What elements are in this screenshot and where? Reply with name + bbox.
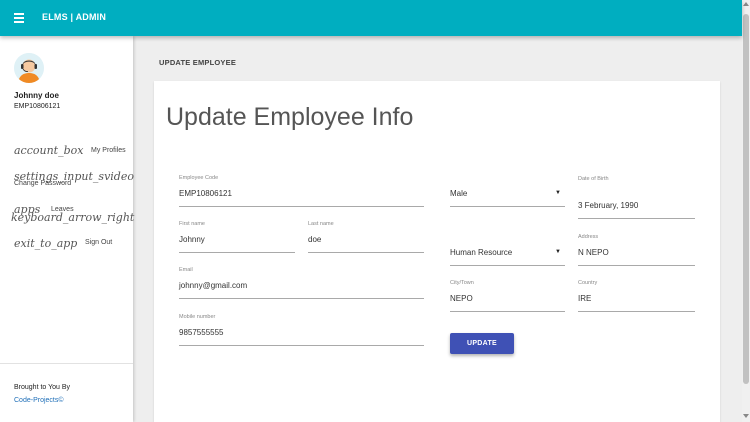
sidebar-footer: Brought to You By Code-Projects©	[0, 363, 133, 422]
mobile-number-field[interactable]: Mobile number 9857555555	[179, 314, 424, 346]
first-name-label: First name	[179, 221, 205, 227]
email-underline	[179, 298, 424, 299]
employee-code-field[interactable]: Employee Code EMP10806121	[179, 175, 424, 207]
scrollbar-thumb[interactable]	[743, 14, 749, 384]
user-avatar-icon	[14, 53, 44, 83]
page-title: Update Employee Info	[166, 103, 413, 132]
address-label: Address	[578, 234, 598, 240]
email-field[interactable]: Email johnny@gmail.com	[179, 267, 424, 299]
department-select[interactable]: Human Resource ▼	[450, 244, 565, 266]
caret-down-icon: ▼	[555, 249, 561, 255]
top-app-bar: ELMS | ADMIN	[0, 0, 742, 36]
user-code: EMP10806121	[14, 103, 60, 110]
first-name-value[interactable]: Johnny	[179, 235, 205, 244]
date-of-birth-underline	[578, 218, 695, 219]
account-box-icon[interactable]: account_box	[14, 144, 83, 157]
mobile-number-underline	[179, 345, 424, 346]
department-selected-value: Human Resource	[450, 248, 512, 257]
menu-icon[interactable]	[14, 13, 24, 22]
employee-code-label: Employee Code	[179, 175, 218, 181]
last-name-field[interactable]: Last name doe	[308, 221, 424, 253]
address-underline	[578, 265, 695, 266]
email-value[interactable]: johnny@gmail.com	[179, 281, 247, 290]
city-label: City/Town	[450, 280, 474, 286]
sidebar-item-my-profiles[interactable]: My Profiles	[91, 147, 126, 154]
employee-code-underline	[179, 206, 424, 207]
department-underline	[450, 265, 565, 266]
date-of-birth-field[interactable]: Date of Birth 3 February, 1990	[578, 176, 695, 219]
mobile-number-label: Mobile number	[179, 314, 215, 320]
update-employee-card: Update Employee Info Employee Code EMP10…	[154, 81, 720, 422]
email-label: Email	[179, 267, 193, 273]
country-label: Country	[578, 280, 597, 286]
date-of-birth-label: Date of Birth	[578, 176, 609, 182]
app-brand: ELMS | ADMIN	[42, 12, 106, 22]
sidebar-item-change-password[interactable]: Change Password	[14, 180, 71, 187]
breadcrumb: UPDATE EMPLOYEE	[159, 58, 236, 67]
last-name-underline	[308, 252, 424, 253]
first-name-field[interactable]: First name Johnny	[179, 221, 295, 253]
gender-underline	[450, 206, 565, 207]
city-underline	[450, 311, 565, 312]
gender-selected-value: Male	[450, 189, 467, 198]
update-button[interactable]: UPDATE	[450, 333, 514, 354]
scroll-down-icon[interactable]	[743, 414, 749, 418]
country-underline	[578, 311, 695, 312]
last-name-label: Last name	[308, 221, 334, 227]
gender-select[interactable]: Male ▼	[450, 185, 565, 207]
scroll-up-icon[interactable]	[743, 2, 749, 6]
first-name-underline	[179, 252, 295, 253]
last-name-value[interactable]: doe	[308, 235, 321, 244]
caret-down-icon: ▼	[555, 190, 561, 196]
city-value[interactable]: NEPO	[450, 294, 473, 303]
sidebar-item-sign-out[interactable]: Sign Out	[85, 239, 112, 246]
city-field[interactable]: City/Town NEPO	[450, 280, 565, 312]
date-of-birth-value[interactable]: 3 February, 1990	[578, 201, 638, 210]
country-field[interactable]: Country IRE	[578, 280, 695, 312]
employee-code-value[interactable]: EMP10806121	[179, 189, 232, 198]
mobile-number-value[interactable]: 9857555555	[179, 328, 224, 337]
exit-to-app-icon[interactable]: exit_to_app	[14, 237, 77, 250]
address-field[interactable]: Address N NEPO	[578, 234, 695, 266]
keyboard-arrow-right-icon[interactable]: keyboard_arrow_right	[11, 211, 134, 224]
country-value[interactable]: IRE	[578, 294, 591, 303]
user-name: Johnny doe	[14, 91, 59, 100]
footer-credit-link[interactable]: Code-Projects©	[14, 397, 64, 404]
address-value[interactable]: N NEPO	[578, 248, 609, 257]
sidebar: Johnny doe EMP10806121 account_box My Pr…	[0, 36, 133, 422]
footer-brought-by: Brought to You By	[14, 384, 70, 391]
